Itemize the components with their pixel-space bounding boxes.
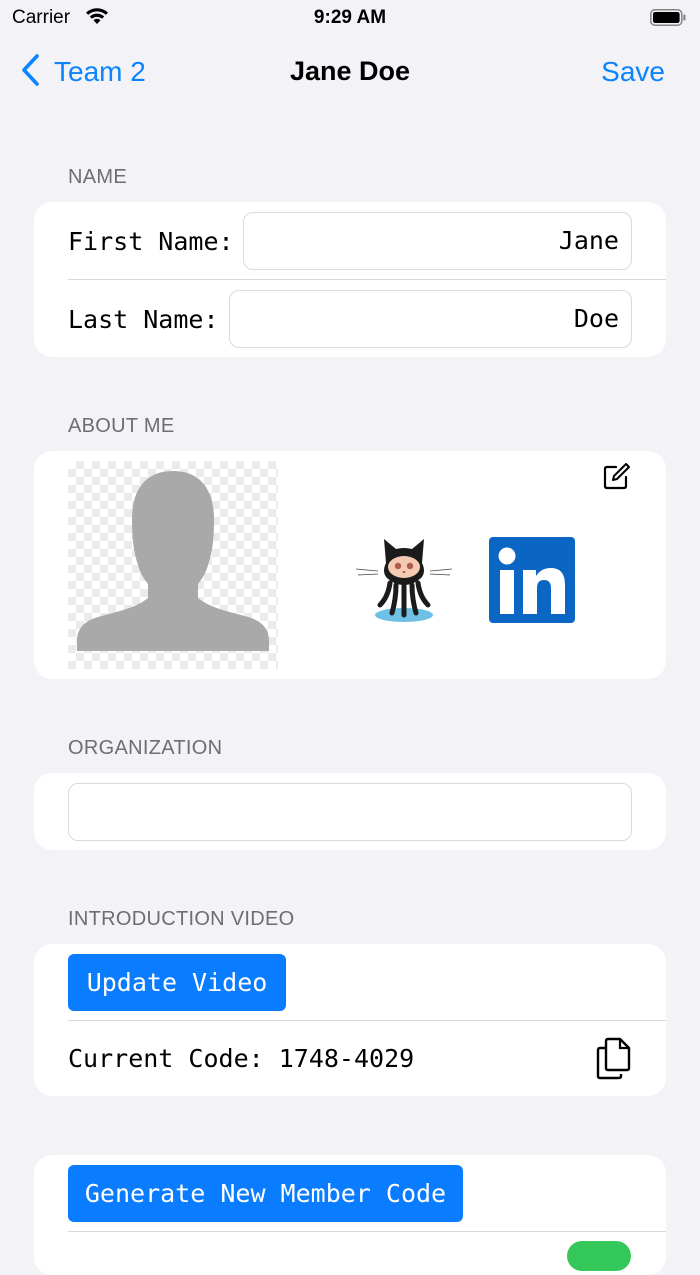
page-title: Jane Doe [289,56,411,86]
generate-member-code-button[interactable]: Generate New Member Code [68,1165,463,1222]
member-code-card: Generate New Member Code [34,1155,666,1275]
about-section-header: ABOUT ME [68,415,175,437]
last-name-field[interactable]: Doe [229,290,632,348]
avatar[interactable] [68,461,278,669]
linkedin-icon[interactable] [489,537,575,628]
organization-field[interactable] [68,783,632,841]
github-octocat-icon[interactable] [354,535,454,630]
organization-card [34,773,666,850]
copy-icon[interactable] [596,1036,634,1085]
divider [68,1231,666,1232]
video-card: Update Video Current Code: 1748-4029 [34,944,666,1096]
status-bar: Carrier 9:29 AM [0,0,700,36]
first-name-label: First Name: [68,227,234,256]
video-section-header: INTRODUCTION VIDEO [68,908,295,930]
name-card: First Name: Jane Last Name: Doe [34,202,666,357]
clock: 9:29 AM [313,7,387,28]
last-name-label: Last Name: [68,305,219,334]
name-section-header: NAME [68,166,127,188]
battery-icon [650,9,686,26]
divider [68,279,666,280]
organization-section-header: ORGANIZATION [68,737,223,759]
current-code-label: Current Code: 1748-4029 [68,1044,415,1073]
first-name-field[interactable]: Jane [243,212,632,270]
person-silhouette-icon [77,471,269,651]
navigation-bar: Team 2 Jane Doe Save [0,40,700,104]
update-video-button[interactable]: Update Video [68,954,286,1011]
divider [68,1020,666,1021]
toggle-switch[interactable] [567,1241,631,1271]
about-card [34,451,666,679]
edit-icon[interactable] [600,461,632,498]
save-button[interactable]: Save [601,56,665,88]
